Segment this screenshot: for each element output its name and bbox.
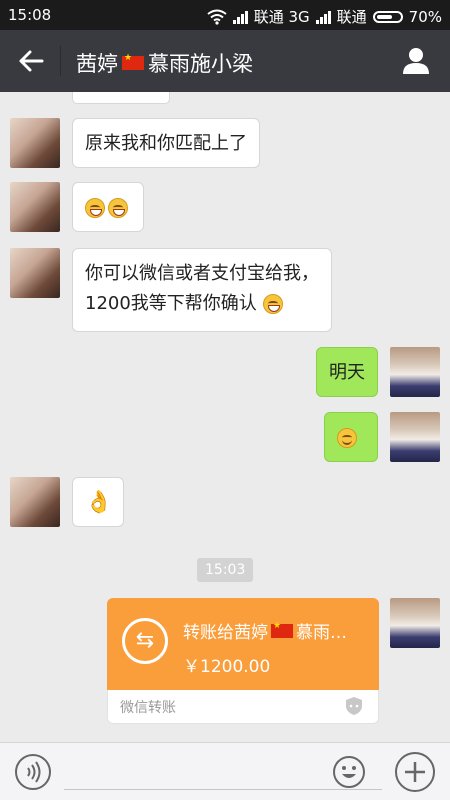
contact-name-part1: 茜婷 xyxy=(76,52,118,76)
transfer-card-footer: 微信转账 xyxy=(107,690,379,724)
china-flag-icon xyxy=(271,621,293,638)
chat-header: 茜婷 慕雨施小梁 xyxy=(0,30,450,92)
carrier-2: 联通 xyxy=(336,8,367,26)
incoming-message[interactable] xyxy=(72,182,144,232)
person-icon[interactable] xyxy=(402,47,430,75)
chat-area[interactable]: 原来我和你匹配上了 你可以微信或者支付宝给我， 1200我等下帮你确认 明天 👌… xyxy=(0,92,450,742)
grin-emoji-icon xyxy=(85,198,105,218)
back-arrow-icon[interactable] xyxy=(16,46,46,76)
china-flag-icon xyxy=(122,53,144,70)
contact-avatar[interactable] xyxy=(10,248,60,298)
transfer-card[interactable]: 转账给茜婷 慕雨… ￥1200.00 微信转账 xyxy=(107,598,379,724)
signal-icon xyxy=(232,10,248,24)
message-text: 原来我和你匹配上了 xyxy=(85,133,247,154)
timestamp: 15:03 xyxy=(197,558,254,582)
message-text-line-2: 1200我等下帮你确认 xyxy=(85,289,319,319)
transfer-title-suffix: 慕雨… xyxy=(296,623,347,643)
input-bar xyxy=(0,742,450,800)
contact-avatar[interactable] xyxy=(10,477,60,527)
transfer-title: 转账给茜婷 慕雨… xyxy=(183,618,369,644)
status-indicators: 联通 3G 联通 70% xyxy=(207,6,442,27)
grin-emoji-icon xyxy=(262,294,283,314)
battery-icon xyxy=(372,10,403,23)
status-bar: 15:08 联通 3G 联通 70% xyxy=(0,0,450,30)
transfer-arrows-icon xyxy=(122,618,168,664)
contact-name-part2: 慕雨施小梁 xyxy=(148,52,253,76)
contact-avatar[interactable] xyxy=(10,182,60,232)
wifi-icon xyxy=(207,9,227,25)
incoming-message[interactable]: 👌 xyxy=(72,477,124,527)
incoming-message[interactable]: 你可以微信或者支付宝给我， 1200我等下帮你确认 xyxy=(72,248,332,332)
incoming-message[interactable]: 原来我和你匹配上了 xyxy=(72,118,260,168)
chat-title: 茜婷 慕雨施小梁 xyxy=(76,48,253,78)
contact-avatar[interactable] xyxy=(10,118,60,168)
status-time: 15:08 xyxy=(8,6,52,24)
battery-fill xyxy=(376,14,393,19)
signal-icon xyxy=(315,10,331,24)
carrier-1: 联通 3G xyxy=(253,8,310,26)
ok-hand-emoji-icon: 👌 xyxy=(85,490,113,515)
transfer-title-prefix: 转账给茜婷 xyxy=(183,623,268,643)
my-avatar[interactable] xyxy=(390,347,440,397)
shield-icon xyxy=(346,697,362,715)
my-avatar[interactable] xyxy=(390,412,440,462)
smile-emoji-icon xyxy=(337,428,357,448)
transfer-card-body: 转账给茜婷 慕雨… ￥1200.00 xyxy=(107,598,379,690)
header-divider xyxy=(60,46,61,76)
grin-emoji-icon xyxy=(108,198,128,218)
transfer-amount: ￥1200.00 xyxy=(183,657,271,677)
plus-icon[interactable] xyxy=(394,751,436,793)
previous-message-bubble xyxy=(72,92,170,104)
my-avatar[interactable] xyxy=(390,598,440,648)
voice-icon[interactable] xyxy=(14,753,52,791)
message-text-line: 你可以微信或者支付宝给我， xyxy=(85,263,319,284)
outgoing-message[interactable]: 明天 xyxy=(316,347,378,397)
message-text: 明天 xyxy=(329,362,365,383)
message-text: 1200我等下帮你确认 xyxy=(85,293,257,314)
battery-percent: 70% xyxy=(408,7,442,26)
outgoing-message[interactable] xyxy=(324,412,378,462)
transfer-footer-label: 微信转账 xyxy=(120,700,176,716)
emoji-icon[interactable] xyxy=(332,755,366,789)
